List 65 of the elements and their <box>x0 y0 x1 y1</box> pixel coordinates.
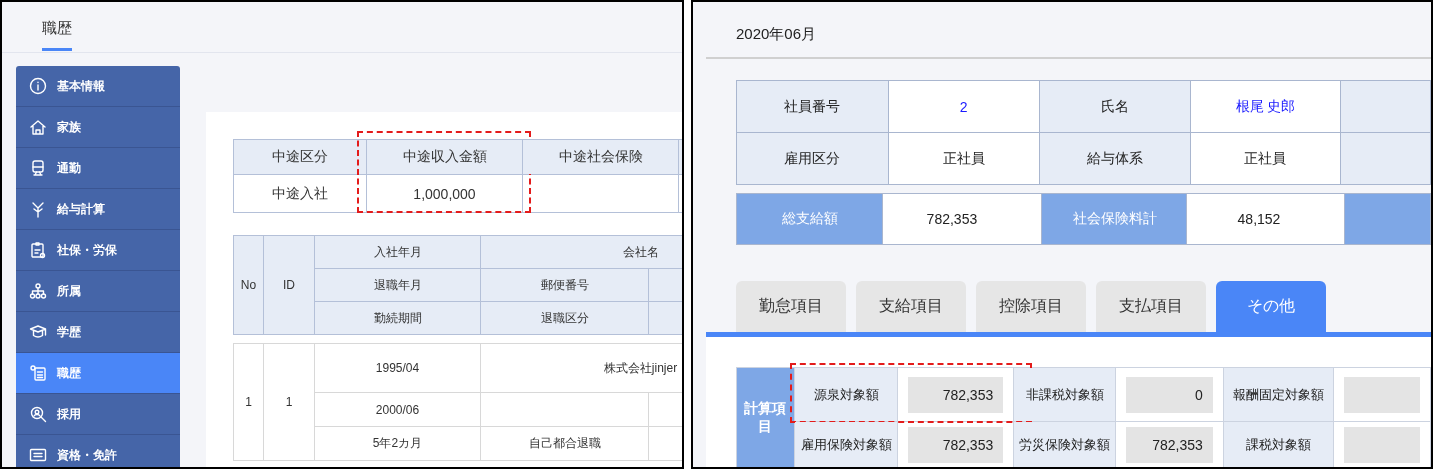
sidebar-item[interactable]: 社保・労保 <box>16 230 180 271</box>
field-label: 非課税対象額 <box>1025 386 1104 402</box>
total-label: 社会保険料計 <box>1041 193 1187 245</box>
field-label: 労災保険対象額 <box>1019 437 1111 452</box>
house-icon <box>29 118 47 136</box>
clipboard-icon <box>29 241 47 259</box>
column-header: 勤続期間 <box>314 301 481 335</box>
train-icon <box>29 159 47 177</box>
field-value: 正社員 <box>888 132 1040 185</box>
field-label: 源泉対象額 <box>813 386 879 402</box>
tab[interactable]: 勤怠項目 <box>736 281 846 332</box>
field-label: 課税対象額 <box>1245 437 1311 452</box>
table-cell: 1 <box>233 343 264 461</box>
table-cell: 2000/06 <box>314 392 481 427</box>
table-cell: 1 <box>263 343 315 461</box>
field-label: 氏名 <box>1039 80 1190 133</box>
column-header: 入社年月 <box>314 235 481 269</box>
magnifier-icon <box>29 405 47 423</box>
field-label: 給与体系 <box>1039 132 1190 185</box>
column-header: 退職区分 <box>480 301 649 335</box>
column-header: 会社名 <box>480 235 682 269</box>
org-chart-icon <box>29 282 47 300</box>
tab[interactable]: 支払項目 <box>1096 281 1206 332</box>
table-cell: 5年2カ月 <box>314 426 481 461</box>
column-header: 郵便番号 <box>480 268 649 302</box>
document-icon <box>29 364 47 382</box>
tab[interactable]: 支給項目 <box>856 281 966 332</box>
table-cell: 1995/04 <box>314 343 481 393</box>
value-field: 782,353 <box>908 376 1004 413</box>
table-cell: 中途入社 <box>233 174 367 213</box>
column-header: ID <box>263 235 315 335</box>
field-label: 雇用区分 <box>736 132 889 185</box>
field-link[interactable]: 根尾 史郎 <box>1190 80 1341 133</box>
info-icon <box>29 77 47 95</box>
sidebar-item[interactable]: 家族 <box>16 107 180 148</box>
column-header: No <box>233 235 264 335</box>
certificate-icon <box>29 446 47 464</box>
column-header: 中途社会保険 <box>522 139 679 175</box>
sidebar-item[interactable]: 職歴 <box>16 353 180 394</box>
field-label: 報酬固定対象額 <box>1232 386 1324 402</box>
total-value: 782,353 <box>882 193 1042 245</box>
field-link[interactable]: 2 <box>888 80 1040 133</box>
column-header: 退職年月 <box>314 268 481 302</box>
sidebar-item[interactable]: 通勤 <box>16 148 180 189</box>
value-field: 782,353 <box>908 427 1004 463</box>
value-field: 0 <box>1125 376 1213 413</box>
total-value: 48,152 <box>1186 193 1345 245</box>
period-title: 2020年06月 <box>736 25 817 42</box>
sidebar-item[interactable]: 給与計算 <box>16 189 180 230</box>
field-value: 正社員 <box>1190 132 1341 185</box>
sidebar-item[interactable]: 基本情報 <box>16 66 180 107</box>
sidebar-item[interactable]: 採用 <box>16 394 180 435</box>
tab[interactable]: 控除項目 <box>976 281 1086 332</box>
value-field: 782,353 <box>1125 427 1213 463</box>
total-label: 総支給額 <box>736 193 883 245</box>
row-heading: 計算項目 <box>736 367 795 467</box>
column-header: 中途区分 <box>233 139 367 175</box>
page-tab[interactable]: 職歴 <box>42 18 72 51</box>
tab[interactable]: その他 <box>1216 281 1326 332</box>
sidebar-item[interactable]: 所属 <box>16 271 180 312</box>
field-label: 雇用保険対象額 <box>800 437 892 452</box>
field-label: 社員番号 <box>736 80 889 133</box>
graduation-cap-icon <box>29 323 47 341</box>
sidebar-item[interactable]: 資格・免許 <box>16 435 180 467</box>
table-cell: 自己都合退職 <box>480 426 649 461</box>
